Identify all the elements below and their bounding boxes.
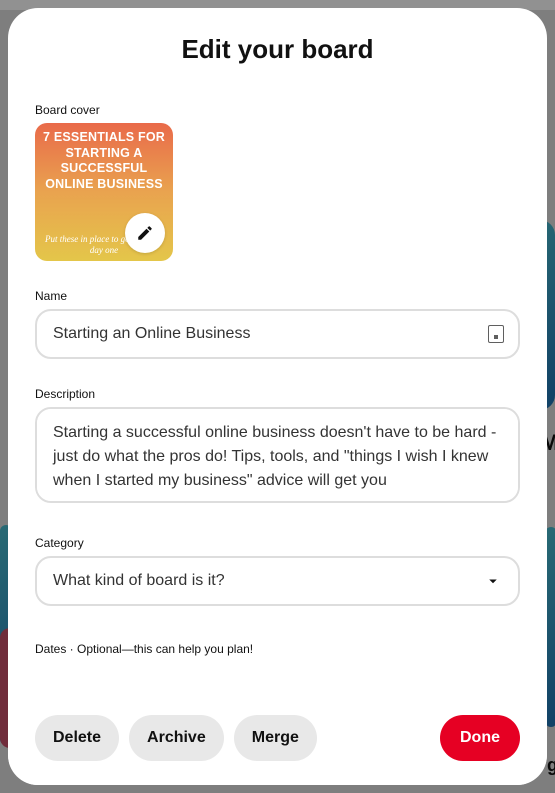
merge-button[interactable]: Merge — [234, 715, 317, 761]
pencil-icon — [136, 224, 154, 242]
modal-body: Board cover 7 ESSENTIALS FOR STARTING A … — [8, 75, 547, 697]
category-select[interactable]: What kind of board is it? — [35, 556, 520, 606]
category-label: Category — [35, 536, 520, 550]
dates-label: Dates · Optional—this can help you plan! — [35, 642, 520, 656]
modal-footer: Delete Archive Merge Done — [8, 697, 547, 785]
cover-label: Board cover — [35, 103, 520, 117]
name-input[interactable] — [35, 309, 520, 359]
board-cover-image[interactable]: 7 ESSENTIALS FOR STARTING A SUCCESSFUL O… — [35, 123, 173, 261]
modal-title: Edit your board — [8, 8, 547, 75]
name-input-wrap — [35, 309, 520, 359]
delete-button[interactable]: Delete — [35, 715, 119, 761]
archive-button[interactable]: Archive — [129, 715, 224, 761]
done-button[interactable]: Done — [440, 715, 520, 761]
edit-cover-button[interactable] — [125, 213, 165, 253]
name-label: Name — [35, 289, 520, 303]
saved-input-icon — [488, 325, 504, 343]
description-label: Description — [35, 387, 520, 401]
edit-board-modal: Edit your board Board cover 7 ESSENTIALS… — [8, 8, 547, 785]
description-input[interactable] — [35, 407, 520, 503]
category-select-wrap: What kind of board is it? — [35, 556, 520, 606]
cover-headline: 7 ESSENTIALS FOR STARTING A SUCCESSFUL O… — [41, 130, 167, 193]
